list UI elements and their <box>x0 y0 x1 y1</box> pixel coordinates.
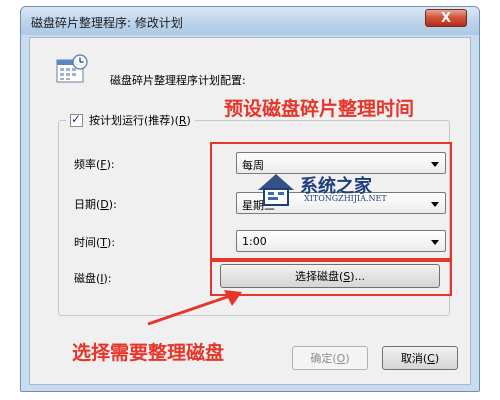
title-bar[interactable]: 磁盘碎片整理程序: 修改计划 X <box>21 7 479 35</box>
site-watermark: 系统之家 XITONGZHIJIA.NET <box>254 170 424 210</box>
calendar-clock-icon <box>56 54 88 83</box>
cancel-button[interactable]: 取消(C) <box>382 346 458 370</box>
frequency-label: 频率(F): <box>74 158 115 171</box>
checkbox-box[interactable]: ✓ <box>70 111 83 127</box>
dialog-client-area: 磁盘碎片整理程序计划配置: 预设磁盘碎片整理时间 ✓ 按计划运行(推荐)(R) … <box>29 37 471 385</box>
ok-button[interactable]: 确定(O) <box>292 346 368 370</box>
house-logo-icon <box>258 174 294 206</box>
close-button[interactable]: X <box>425 9 467 27</box>
close-icon: X <box>440 10 452 26</box>
window-title: 磁盘碎片整理程序: 修改计划 <box>31 16 183 30</box>
schedule-config-heading: 磁盘碎片整理程序计划配置: <box>110 74 246 87</box>
annotation-select-disks: 选择需要整理磁盘 <box>72 342 225 364</box>
screenshot-stage: 磁盘碎片整理程序: 修改计划 X 磁盘碎片整理程序计划配置: 预设磁盘碎片整理时… <box>0 0 500 400</box>
watermark-text-en: XITONGZHIJIA.NET <box>304 194 387 203</box>
checkbox-label: 按计划运行(推荐)(R) <box>89 114 191 127</box>
day-label: 日期(D): <box>74 198 117 211</box>
annotation-preset-time: 预设磁盘碎片整理时间 <box>224 98 415 120</box>
run-on-schedule-checkbox[interactable]: ✓ 按计划运行(推荐)(R) <box>66 112 195 128</box>
annotation-arrow <box>147 290 242 326</box>
check-icon: ✓ <box>71 111 82 126</box>
time-label: 时间(T): <box>74 236 116 249</box>
disk-label: 磁盘(I): <box>74 272 112 285</box>
